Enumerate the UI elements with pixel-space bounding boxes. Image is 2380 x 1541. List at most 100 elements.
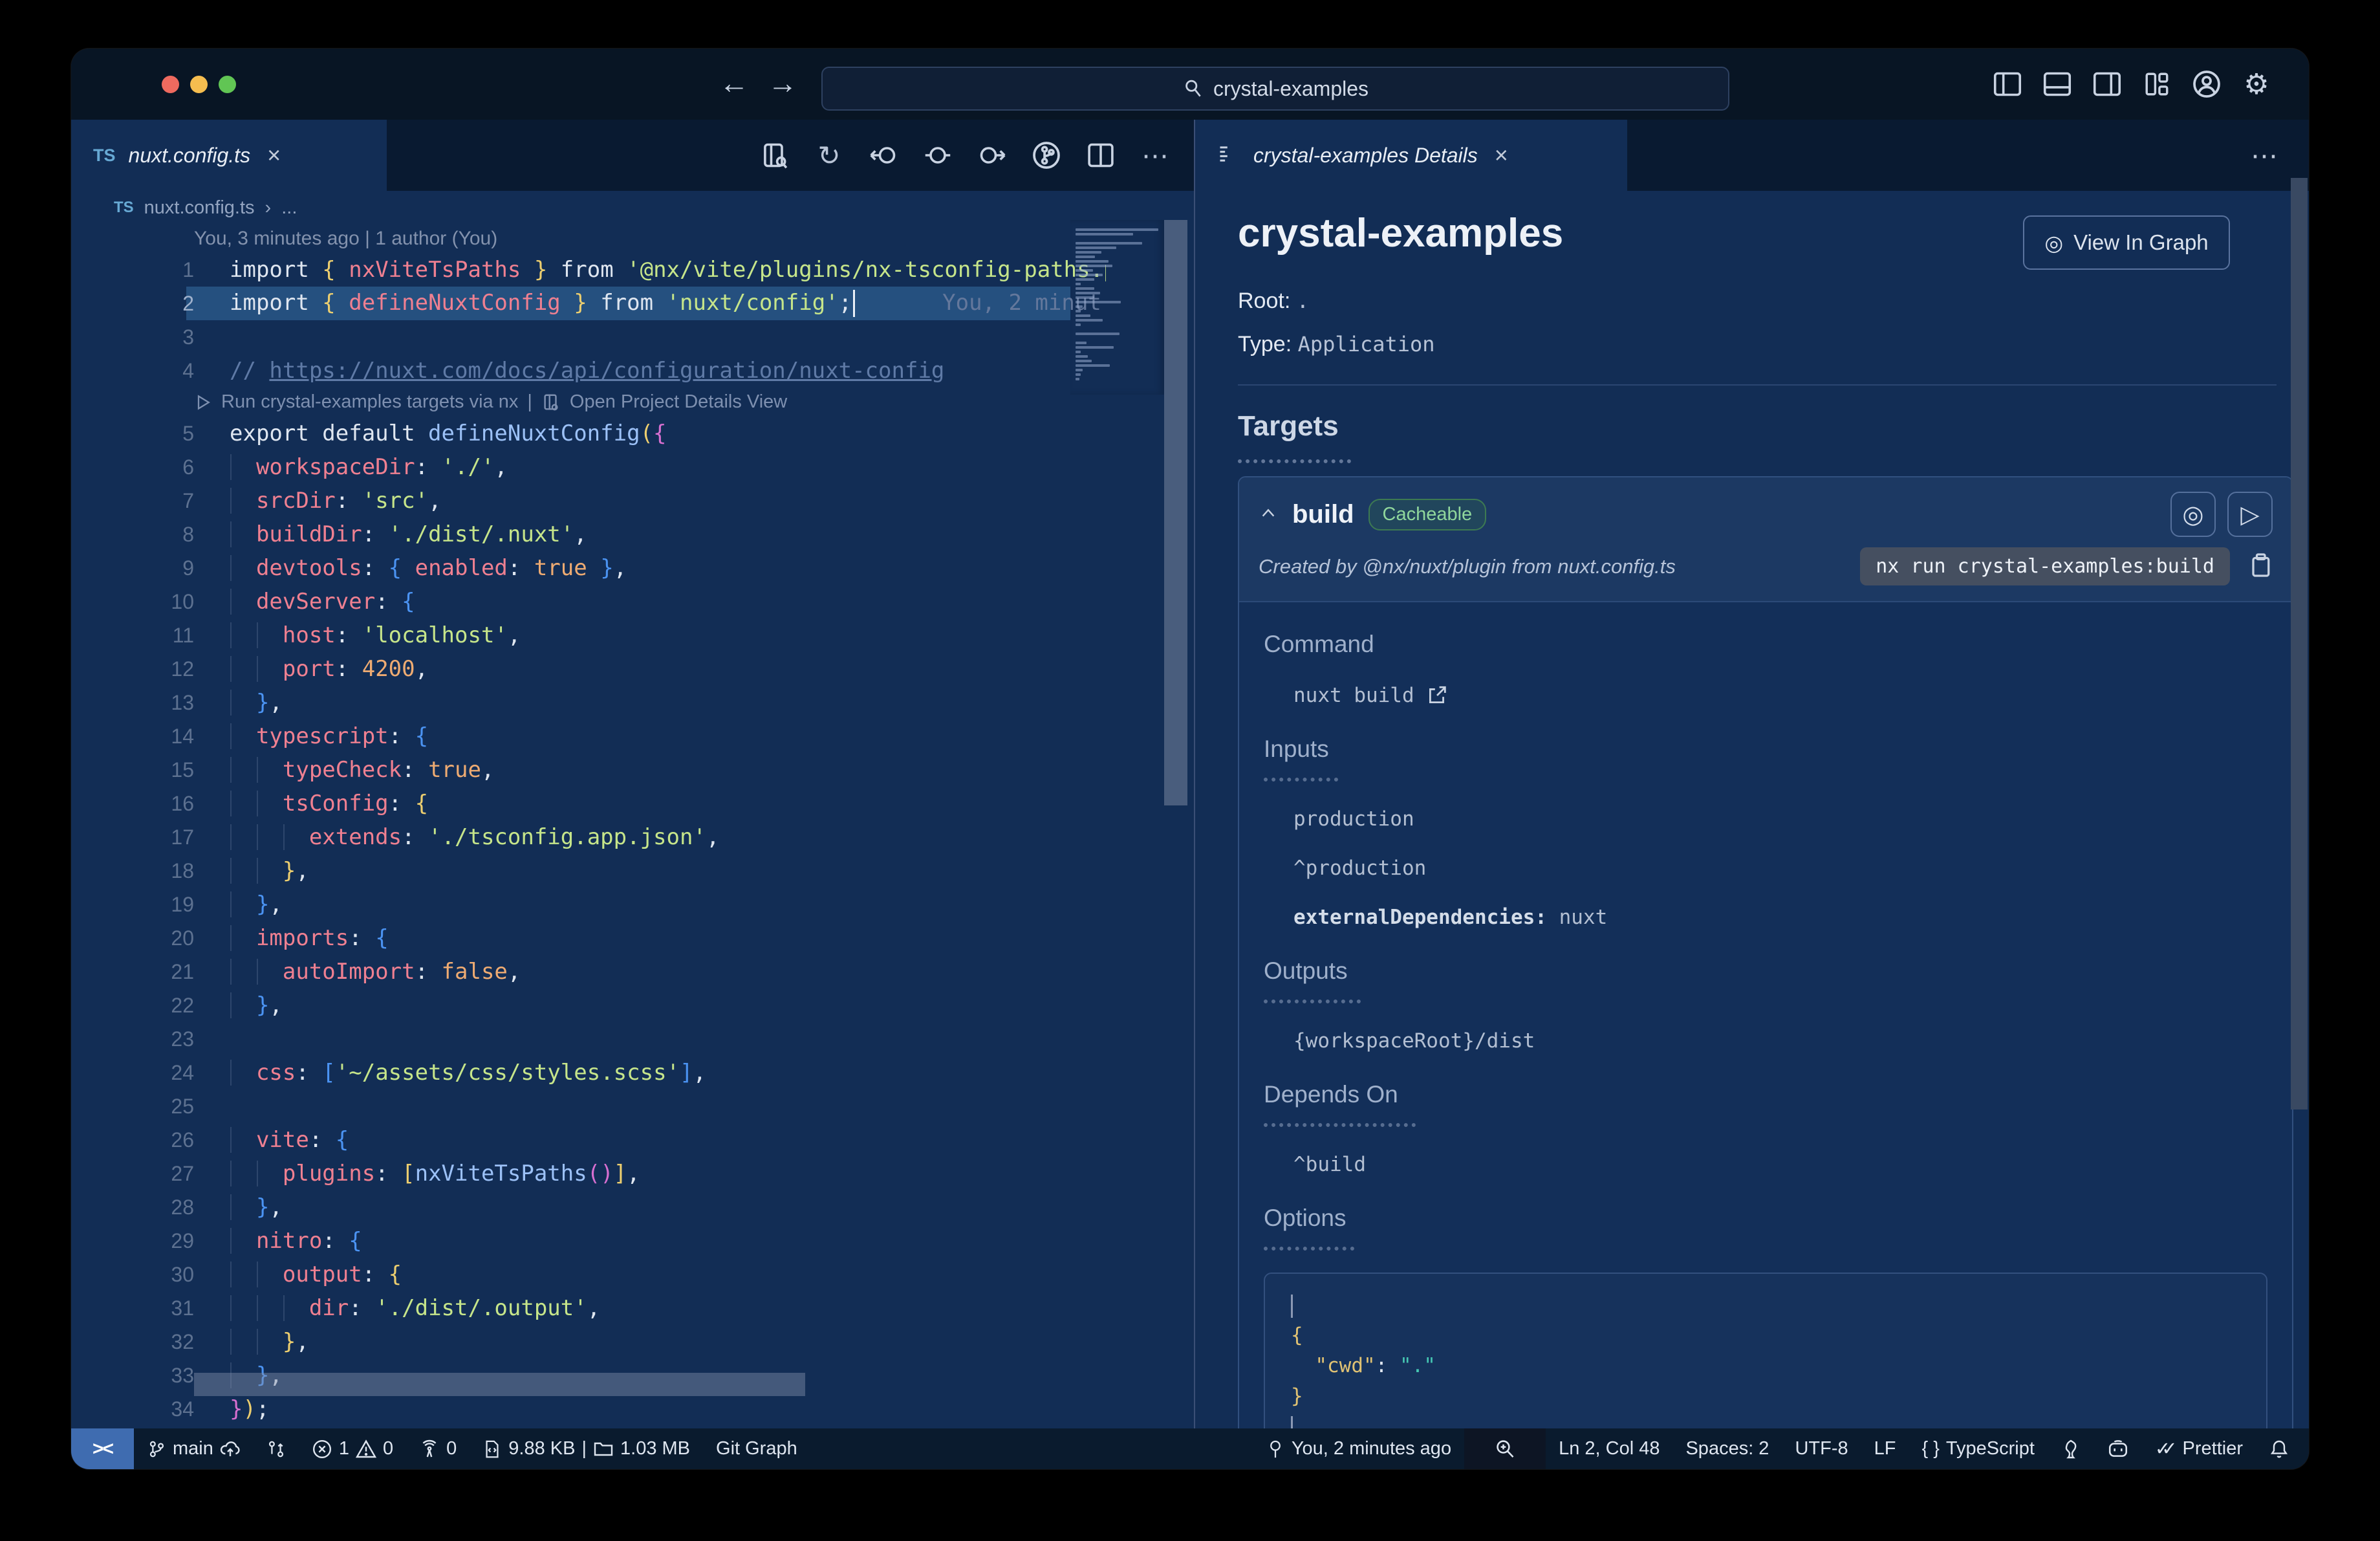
editor-vertical-scrollbar[interactable] [1164,220,1187,805]
remote-indicator[interactable]: >< [71,1428,134,1469]
git-branch-item[interactable]: main [134,1428,254,1469]
maximize-window-button[interactable] [219,76,236,93]
minimap[interactable] [1070,220,1164,395]
code-line[interactable]: 12 port: 4200, [71,652,1194,686]
git-compare-item[interactable] [254,1428,299,1469]
line-number: 13 [171,690,194,714]
account-icon[interactable] [2192,69,2222,99]
code-line[interactable]: 32 }, [71,1325,1194,1359]
code-line[interactable]: 28 }, [71,1190,1194,1224]
codelens-open-details[interactable]: Open Project Details View [570,391,787,413]
close-tab-icon[interactable]: × [1491,142,1508,169]
run-target-button[interactable]: ▷ [2227,492,2273,537]
code-line[interactable]: 10 devServer: { [71,585,1194,618]
code-line[interactable]: 21 autoImport: false, [71,955,1194,989]
breadcrumb-symbol[interactable]: ... [281,197,297,219]
split-editor-icon[interactable] [1085,140,1116,171]
code-line[interactable]: 20 imports: { [71,921,1194,955]
options-json-editor[interactable]: { "cwd": "."} [1264,1273,2267,1428]
more-actions-icon[interactable]: ⋯ [1140,140,1171,171]
code-line[interactable]: 8 buildDir: './dist/.nuxt', [71,518,1194,551]
toggle-panel-icon[interactable] [2042,69,2072,99]
view-in-graph-button[interactable]: ◎ View In Graph [2023,215,2230,270]
list-icon [1217,142,1240,169]
code-line[interactable]: 23 [71,1022,1194,1056]
code-line[interactable]: 22 }, [71,989,1194,1022]
panel-scrollbar[interactable] [2291,178,2308,1109]
command-value[interactable]: nuxt build [1293,684,2267,707]
prettier-item[interactable]: ✓✓ Prettier [2142,1428,2256,1469]
run-icon [197,394,210,410]
zoom-item[interactable] [1464,1428,1546,1469]
code-line[interactable]: 31 dir: './dist/.output', [71,1291,1194,1325]
problems-item[interactable]: 1 0 [299,1428,406,1469]
forward-button[interactable]: → [763,65,802,100]
code-line[interactable]: 24 css: ['~/assets/css/styles.scss'], [71,1056,1194,1089]
code-line[interactable]: 17 extends: './tsconfig.app.json', [71,820,1194,854]
minimize-window-button[interactable] [190,76,208,93]
tab-project-details[interactable]: crystal-examples Details × [1195,120,1627,191]
code-line[interactable]: 7 srcDir: 'src', [71,484,1194,518]
cursor-position-item[interactable]: Ln 2, Col 48 [1546,1428,1672,1469]
copilot-item[interactable] [2094,1428,2142,1469]
close-window-button[interactable] [162,76,179,93]
code-line[interactable]: 15 typeCheck: true, [71,753,1194,787]
code-line[interactable]: 9 devtools: { enabled: true }, [71,551,1194,585]
code-line[interactable]: 25 [71,1089,1194,1123]
back-button[interactable]: ← [715,65,753,100]
previous-change-icon[interactable] [868,140,899,171]
code-line[interactable]: 34}); [71,1392,1194,1426]
code-line[interactable]: 4// https://nuxt.com/docs/api/configurat… [71,354,1194,388]
code-line[interactable]: 19 }, [71,888,1194,921]
code-line[interactable]: 16 tsConfig: { [71,787,1194,820]
command-center-search[interactable]: crystal-examples [821,67,1729,111]
code-line[interactable]: 6 workspaceDir: './', [71,450,1194,484]
notifications-item[interactable] [2256,1428,2309,1469]
settings-gear-icon[interactable]: ⚙ [2242,69,2271,100]
code-line[interactable]: 13 }, [71,686,1194,719]
current-change-icon[interactable] [922,140,953,171]
timeline-git-icon[interactable] [1031,140,1062,171]
file-size-item[interactable]: 9.88 KB | 1.03 MB [470,1428,703,1469]
encoding-item[interactable]: UTF-8 [1782,1428,1861,1469]
code-line[interactable]: 26 vite: { [71,1123,1194,1157]
line-number: 34 [171,1397,194,1421]
tab-nuxt-config[interactable]: TS nuxt.config.ts × [71,120,387,191]
breadcrumb-filename[interactable]: nuxt.config.ts [144,197,255,219]
toggle-primary-sidebar-icon[interactable] [1993,69,2022,99]
view-output-button[interactable]: ◎ [2170,492,2216,537]
codelens-row[interactable]: Run crystal-examples targets via nx | Open… [71,388,1194,417]
code-line[interactable]: 5 export default defineNuxtConfig({ [71,417,1194,450]
code-line[interactable]: 27 plugins: [nxViteTsPaths()], [71,1157,1194,1190]
code-line[interactable]: 1 import { nxViteTsPaths } from '@nx/vite… [71,253,1194,287]
code-line[interactable]: 29 nitro: { [71,1224,1194,1258]
indentation-item[interactable]: Spaces: 2 [1672,1428,1782,1469]
extension-item[interactable] [2048,1428,2094,1469]
breadcrumb[interactable]: TS nuxt.config.ts › ... [71,191,1237,224]
panel-more-actions-icon[interactable]: ⋯ [2251,120,2278,191]
code-line[interactable]: 2 import { defineNuxtConfig } from 'nuxt/… [71,287,1194,320]
open-preview-icon[interactable] [759,140,790,171]
language-item[interactable]: { } TypeScript [1909,1428,2047,1469]
tab-filename: nuxt.config.ts [128,143,251,167]
ports-item[interactable]: 0 [406,1428,470,1469]
copy-icon[interactable] [2247,552,2273,581]
toggle-secondary-sidebar-icon[interactable] [2092,69,2122,99]
code-editor[interactable]: You, 3 minutes ago | 1 author (You) 1 impo… [71,224,1194,1428]
customize-layout-icon[interactable] [2142,69,2172,99]
code-line[interactable]: 11 host: 'localhost', [71,618,1194,652]
code-line[interactable]: 14 typescript: { [71,719,1194,753]
editor-horizontal-scrollbar[interactable] [194,1373,805,1396]
nx-run-command[interactable]: nx run crystal-examples:build [1860,547,2230,585]
code-line[interactable]: 18 }, [71,854,1194,888]
code-line[interactable]: 3 [71,320,1194,354]
eol-item[interactable]: LF [1861,1428,1909,1469]
next-change-icon[interactable] [977,140,1008,171]
git-graph-item[interactable]: Git Graph [703,1428,810,1469]
refresh-icon[interactable]: ↻ [814,140,845,171]
code-line[interactable]: 30 output: { [71,1258,1194,1291]
collapse-chevron-icon[interactable] [1259,505,1278,525]
codelens-run[interactable]: Run crystal-examples targets via nx [221,391,518,413]
close-tab-icon[interactable]: × [263,142,281,169]
blame-item[interactable]: You, 2 minutes ago [1253,1428,1464,1469]
